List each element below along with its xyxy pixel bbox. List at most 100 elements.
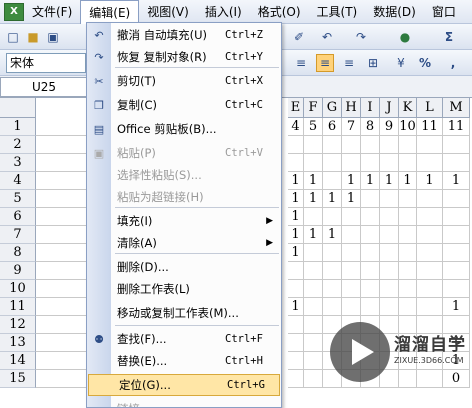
row-header[interactable]: 15 (0, 370, 36, 388)
menu-item[interactable]: 移动或复制工作表(M)... (87, 302, 281, 324)
cell[interactable]: 4 (288, 118, 304, 136)
cell[interactable] (36, 262, 88, 280)
cell[interactable] (380, 298, 399, 316)
row-header[interactable]: 8 (0, 244, 36, 262)
cell[interactable] (304, 154, 323, 172)
currency-icon[interactable]: ¥ (392, 54, 410, 72)
cell[interactable] (342, 244, 361, 262)
row-header[interactable]: 13 (0, 334, 36, 352)
cell[interactable]: 1 (399, 172, 417, 190)
column-header-e[interactable]: E (288, 98, 304, 118)
cell[interactable] (288, 352, 304, 370)
cell[interactable] (304, 298, 323, 316)
cell[interactable]: 1 (417, 172, 443, 190)
cell[interactable] (380, 208, 399, 226)
cell[interactable] (288, 262, 304, 280)
paint-icon[interactable]: ✐ (290, 28, 308, 46)
cell[interactable] (288, 370, 304, 388)
cell[interactable] (443, 136, 470, 154)
cell[interactable] (342, 154, 361, 172)
cell[interactable] (443, 154, 470, 172)
row-header[interactable]: 12 (0, 316, 36, 334)
cell[interactable] (304, 262, 323, 280)
cell[interactable] (380, 154, 399, 172)
cell[interactable] (36, 370, 88, 388)
menu-file[interactable]: 文件(F) (24, 0, 80, 24)
cell[interactable] (288, 334, 304, 352)
row-header[interactable]: 3 (0, 154, 36, 172)
cell[interactable] (304, 280, 323, 298)
menu-edit[interactable]: 编辑(E) (80, 0, 140, 24)
cell[interactable] (361, 280, 380, 298)
cell[interactable]: 1 (288, 226, 304, 244)
cell[interactable]: 9 (380, 118, 399, 136)
cell[interactable] (304, 208, 323, 226)
cell[interactable]: 1 (361, 172, 380, 190)
cell[interactable] (361, 190, 380, 208)
column-header-f[interactable]: F (304, 98, 323, 118)
menu-data[interactable]: 数据(D) (365, 0, 424, 24)
cell[interactable] (361, 262, 380, 280)
excel-icon[interactable]: X (4, 2, 24, 21)
cell[interactable]: 6 (323, 118, 342, 136)
cell[interactable] (36, 172, 88, 190)
cell[interactable]: 1 (342, 190, 361, 208)
cell[interactable] (380, 226, 399, 244)
cell[interactable] (417, 154, 443, 172)
cell[interactable] (36, 316, 88, 334)
cell[interactable] (417, 262, 443, 280)
cell[interactable]: 1 (304, 226, 323, 244)
cell[interactable] (323, 262, 342, 280)
menu-item[interactable]: ⚉ 查找(F)... Ctrl+F (87, 328, 281, 350)
select-all-corner[interactable] (0, 98, 36, 118)
cell[interactable] (36, 244, 88, 262)
cell[interactable] (342, 208, 361, 226)
cell[interactable] (380, 280, 399, 298)
column-header-k[interactable]: K (399, 98, 417, 118)
menu-item[interactable]: 替换(E)... Ctrl+H (87, 350, 281, 372)
cell[interactable] (323, 280, 342, 298)
cell[interactable]: 1 (288, 172, 304, 190)
cell[interactable]: 7 (342, 118, 361, 136)
cell[interactable] (380, 136, 399, 154)
cell[interactable] (36, 334, 88, 352)
cell[interactable] (342, 280, 361, 298)
cell[interactable]: 1 (380, 172, 399, 190)
cell[interactable] (380, 190, 399, 208)
cell[interactable] (361, 244, 380, 262)
cell[interactable] (399, 244, 417, 262)
cell[interactable] (443, 208, 470, 226)
menu-item[interactable]: 清除(A) ▶ (87, 232, 281, 254)
open-icon[interactable]: ■ (24, 28, 42, 46)
hyperlink-icon[interactable]: ● (396, 28, 414, 46)
menu-item[interactable]: ❐ 复制(C) Ctrl+C (87, 94, 281, 116)
cell[interactable] (399, 226, 417, 244)
cell[interactable] (443, 190, 470, 208)
cell[interactable]: 1 (288, 190, 304, 208)
menu-format[interactable]: 格式(O) (250, 0, 309, 24)
cell[interactable]: 8 (361, 118, 380, 136)
cell[interactable] (36, 136, 88, 154)
row-header[interactable]: 14 (0, 352, 36, 370)
cell[interactable] (304, 334, 323, 352)
sigma-icon[interactable]: Σ (440, 28, 458, 46)
cell[interactable]: 1 (304, 172, 323, 190)
cell[interactable] (36, 190, 88, 208)
cell[interactable] (399, 190, 417, 208)
cell[interactable] (342, 226, 361, 244)
cell[interactable] (399, 154, 417, 172)
cell[interactable] (323, 244, 342, 262)
row-header[interactable]: 2 (0, 136, 36, 154)
cell[interactable] (361, 226, 380, 244)
cell[interactable] (417, 208, 443, 226)
menu-item[interactable]: ↶ 撤消 自动填充(U) Ctrl+Z (87, 24, 281, 46)
cell[interactable] (399, 208, 417, 226)
cell[interactable] (380, 262, 399, 280)
cell[interactable] (323, 298, 342, 316)
comma-icon[interactable]: , (444, 54, 462, 72)
cell[interactable]: 1 (323, 226, 342, 244)
cell[interactable] (323, 136, 342, 154)
cell[interactable] (417, 244, 443, 262)
menu-item[interactable]: ▤ Office 剪贴板(B)... (87, 118, 281, 140)
cell[interactable] (36, 118, 88, 136)
